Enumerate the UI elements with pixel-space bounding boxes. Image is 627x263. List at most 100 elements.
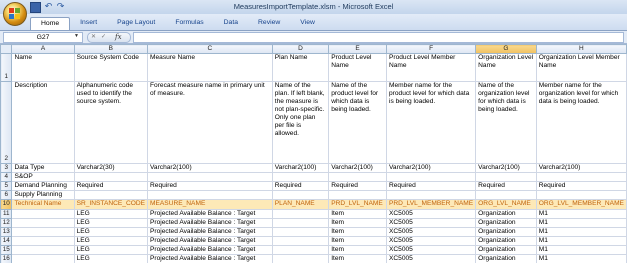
office-button[interactable]: [3, 2, 27, 26]
cell[interactable]: [535, 172, 627, 182]
cell[interactable]: Organization Level Name: [475, 53, 537, 82]
tab-insert[interactable]: Insert: [70, 17, 107, 30]
cell[interactable]: Supply Planning: [11, 190, 75, 200]
cell[interactable]: Projected Available Balance : Target: [147, 218, 273, 228]
tab-home[interactable]: Home: [30, 17, 71, 30]
cell[interactable]: Organization Level Member Name: [535, 53, 627, 82]
cell[interactable]: [11, 254, 75, 263]
column-header-g[interactable]: G: [475, 44, 537, 54]
tab-page-layout[interactable]: Page Layout: [107, 17, 165, 30]
column-header-d[interactable]: D: [271, 44, 330, 54]
cell[interactable]: M1: [535, 227, 627, 237]
cell[interactable]: [147, 190, 273, 200]
cell[interactable]: Item: [328, 245, 387, 255]
cell[interactable]: Required: [73, 181, 149, 191]
column-header-h[interactable]: H: [535, 44, 627, 54]
cell[interactable]: Varchar2(100): [328, 163, 387, 173]
cell[interactable]: M1: [535, 218, 627, 228]
column-header-a[interactable]: A: [11, 44, 75, 54]
cell[interactable]: PRD_LVL_MEMBER_NAME: [385, 199, 477, 210]
cell[interactable]: Varchar2(100): [475, 163, 537, 173]
cell[interactable]: LEG: [73, 254, 149, 263]
cell[interactable]: [385, 190, 477, 200]
cell[interactable]: [11, 227, 75, 237]
cell[interactable]: [11, 236, 75, 246]
cell[interactable]: Item: [328, 218, 387, 228]
insert-function-button[interactable]: fx: [115, 33, 122, 41]
cell[interactable]: Product Level Member Name: [385, 53, 477, 82]
row-header[interactable]: 11: [0, 209, 13, 219]
cell[interactable]: Name: [11, 53, 75, 82]
row-header[interactable]: 12: [0, 218, 13, 228]
tab-formulas[interactable]: Formulas: [165, 17, 213, 30]
cell[interactable]: Technical Name: [11, 199, 75, 210]
cell[interactable]: Required: [147, 181, 273, 191]
cell[interactable]: Product Level Name: [328, 53, 387, 82]
cell[interactable]: [271, 172, 330, 182]
cell[interactable]: Varchar2(100): [271, 163, 330, 173]
cell[interactable]: [385, 172, 477, 182]
cell[interactable]: Alphanumeric code used to identify the s…: [73, 81, 149, 164]
row-header[interactable]: 14: [0, 236, 13, 246]
cell[interactable]: Required: [475, 181, 537, 191]
cell[interactable]: Measure Name: [147, 53, 273, 82]
cell[interactable]: M1: [535, 245, 627, 255]
cell[interactable]: LEG: [73, 245, 149, 255]
row-header[interactable]: 16: [0, 254, 13, 263]
cell[interactable]: Projected Available Balance : Target: [147, 236, 273, 246]
cell[interactable]: Item: [328, 227, 387, 237]
cell[interactable]: SR_INSTANCE_CODE: [73, 199, 149, 210]
cell[interactable]: XC5005: [385, 218, 477, 228]
cell[interactable]: [11, 245, 75, 255]
cell[interactable]: Plan Name: [271, 53, 330, 82]
cell[interactable]: [11, 218, 75, 228]
cell[interactable]: Varchar2(100): [147, 163, 273, 173]
cell[interactable]: ORG_LVL_MEMBER_NAME: [535, 199, 627, 210]
cell[interactable]: [11, 209, 75, 219]
row-header[interactable]: 5: [0, 181, 13, 191]
cell[interactable]: LEG: [73, 209, 149, 219]
cell[interactable]: XC5005: [385, 209, 477, 219]
cell[interactable]: Varchar2(100): [385, 163, 477, 173]
formula-input[interactable]: [133, 32, 624, 43]
cell[interactable]: Required: [328, 181, 387, 191]
column-header-c[interactable]: C: [147, 44, 273, 54]
cell[interactable]: Item: [328, 236, 387, 246]
cell[interactable]: ORG_LVL_NAME: [475, 199, 537, 210]
cell[interactable]: Projected Available Balance : Target: [147, 245, 273, 255]
row-header[interactable]: 6: [0, 190, 13, 200]
cell[interactable]: [271, 209, 330, 219]
cell[interactable]: MEASURE_NAME: [147, 199, 273, 210]
tab-view[interactable]: View: [290, 17, 325, 30]
row-header[interactable]: 15: [0, 245, 13, 255]
cell[interactable]: Organization: [475, 236, 537, 246]
chevron-down-icon[interactable]: ▼: [72, 32, 81, 41]
cell[interactable]: Name of the plan. If left blank, the mea…: [271, 81, 330, 164]
cell[interactable]: XC5005: [385, 236, 477, 246]
cell[interactable]: Varchar2(30): [73, 163, 149, 173]
row-header[interactable]: 3: [0, 163, 13, 173]
cell[interactable]: Member name for the organization level f…: [535, 81, 627, 164]
cell[interactable]: [475, 172, 537, 182]
cell[interactable]: Forecast measure name in primary unit of…: [147, 81, 273, 164]
cell[interactable]: [328, 172, 387, 182]
tab-data[interactable]: Data: [214, 17, 248, 30]
cell[interactable]: XC5005: [385, 227, 477, 237]
cell[interactable]: [271, 236, 330, 246]
column-header-b[interactable]: B: [73, 44, 149, 54]
cell[interactable]: Projected Available Balance : Target: [147, 227, 273, 237]
tab-review[interactable]: Review: [248, 17, 290, 30]
cell[interactable]: Name of the organization level for which…: [475, 81, 537, 164]
row-header[interactable]: 1: [0, 53, 13, 82]
cell[interactable]: LEG: [73, 236, 149, 246]
cell[interactable]: PRD_LVL_NAME: [328, 199, 387, 210]
cell[interactable]: [271, 254, 330, 263]
cell[interactable]: S&OP: [11, 172, 75, 182]
cell[interactable]: Member name for the product level for wh…: [385, 81, 477, 164]
check-icon[interactable]: ✓: [101, 33, 106, 40]
cell[interactable]: [271, 190, 330, 200]
cell[interactable]: [271, 218, 330, 228]
cell[interactable]: [535, 190, 627, 200]
cell[interactable]: [328, 190, 387, 200]
cell[interactable]: Organization: [475, 218, 537, 228]
